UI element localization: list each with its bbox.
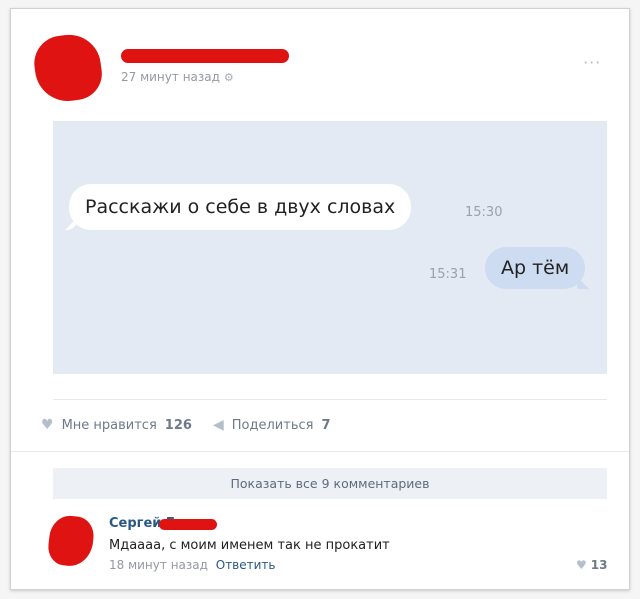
comment-author-redacted: [159, 519, 217, 530]
like-button[interactable]: ♥ Мне нравится 126: [41, 417, 192, 433]
comment-text: Мдаааа, с моим именем так не прокатит: [109, 538, 390, 553]
comment-time[interactable]: 18 минут назад: [109, 558, 208, 572]
outgoing-message-text: Ар тём: [501, 257, 570, 279]
show-all-comments-button[interactable]: Показать все 9 комментариев: [53, 468, 607, 499]
author-avatar-redacted[interactable]: [30, 30, 106, 106]
comment-like-count: 13: [590, 558, 608, 572]
like-label: Мне нравится: [61, 417, 157, 433]
share-label: Поделиться: [231, 417, 314, 433]
post-time-label: 27 минут назад: [121, 70, 220, 84]
megaphone-icon: ◀: [213, 417, 224, 433]
outgoing-message-time: 15:31: [429, 267, 467, 282]
author-name-redacted[interactable]: [121, 49, 289, 63]
chat-screenshot-image: Расскажи о себе в двух словах 15:30 15:3…: [53, 121, 607, 374]
divider: [11, 451, 629, 452]
gear-icon: ⚙: [223, 71, 234, 84]
divider: [53, 399, 607, 400]
incoming-message-bubble: Расскажи о себе в двух словах: [69, 184, 412, 230]
incoming-message-time: 15:30: [465, 205, 503, 220]
post-card: 27 минут назад ⚙ ··· Расскажи о себе в дв…: [10, 8, 630, 590]
reply-link[interactable]: Ответить: [216, 558, 276, 572]
share-button[interactable]: ◀ Поделиться 7: [213, 417, 331, 433]
post-time[interactable]: 27 минут назад ⚙: [121, 70, 234, 84]
ellipsis-icon[interactable]: ···: [583, 53, 601, 72]
comment-meta: 18 минут назад Ответить: [109, 558, 276, 572]
commenter-avatar-redacted[interactable]: [46, 513, 96, 569]
like-count: 126: [164, 417, 192, 433]
incoming-message-text: Расскажи о себе в двух словах: [85, 196, 396, 218]
heart-icon: ♥: [41, 417, 54, 433]
share-count: 7: [321, 417, 331, 433]
heart-icon: ♥: [576, 558, 587, 572]
comment-like-button[interactable]: ♥ 13: [576, 558, 607, 572]
outgoing-message-bubble: Ар тём: [485, 247, 586, 289]
